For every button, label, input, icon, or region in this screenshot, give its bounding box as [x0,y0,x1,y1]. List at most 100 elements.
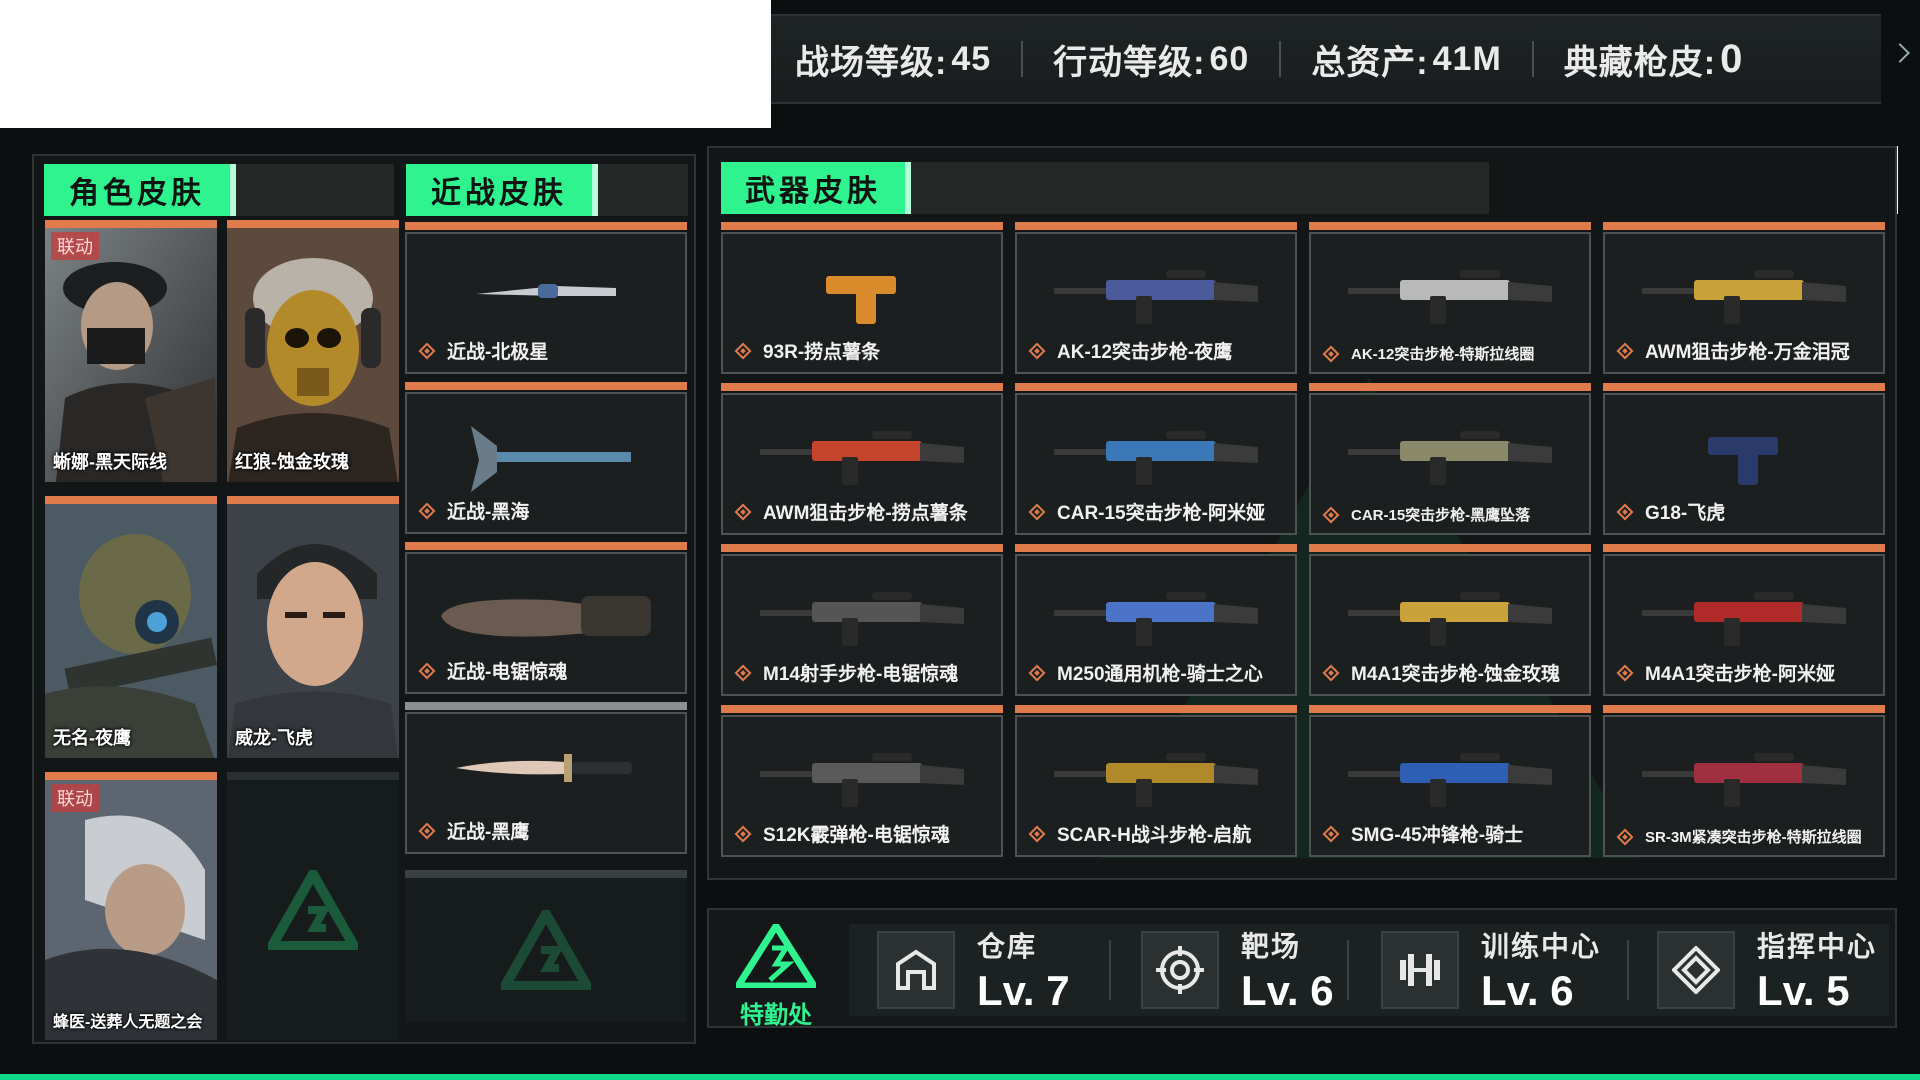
stat-total-assets: 总资产: 41M [1311,39,1502,82]
divider [1347,940,1349,1000]
melee-card[interactable]: 近战-黑鹰 [405,702,687,854]
weapon-icon [1054,592,1258,646]
character-name: 威龙-飞虎 [235,728,313,748]
weapon-name: M4A1突击步枪-阿米娅 [1616,659,1835,686]
weapon-card[interactable]: S12K霰弹枪-电锯惊魂 [721,705,1003,857]
weapon-card[interactable]: SCAR-H战斗步枪-启航 [1015,705,1297,857]
rarity-diamond-icon [1028,503,1046,520]
character-portrait [45,504,217,758]
divider [1627,940,1629,1000]
weapon-card[interactable]: CAR-15突击步枪-阿米娅 [1015,383,1297,535]
facility-name: 仓库 [977,931,1038,962]
melee-name: 近战-北极星 [418,337,548,364]
facility-name: 指挥中心 [1757,931,1878,962]
weapon-icon [760,592,964,646]
character-portrait [45,780,217,1040]
weapon-name: G18-飞虎 [1616,498,1725,525]
rarity-diamond-icon [734,342,752,359]
weapon-icon [1708,437,1778,485]
warehouse-icon [877,931,955,1009]
weapon-icon [1642,592,1846,646]
melee-name: 近战-电锯惊魂 [418,657,567,684]
rarity-diamond-icon [734,664,752,681]
character-card[interactable]: 无名-夜鹰 [45,496,217,758]
character-name: 红狼-蚀金玫瑰 [235,452,349,472]
depot-logo[interactable]: 特勤处 [731,919,821,1029]
weapon-card[interactable]: AWM狙击步枪-捞点薯条 [721,383,1003,535]
weapon-card[interactable]: SMG-45冲锋枪-骑士 [1309,705,1591,857]
empty-melee-slot [405,870,687,1022]
weapon-card[interactable]: CAR-15突击步枪-黑鹰坠落 [1309,383,1591,535]
character-portrait [227,228,399,482]
divider [1531,41,1534,77]
weapon-card[interactable]: AK-12突击步枪-特斯拉线圈 [1309,222,1591,374]
character-card[interactable]: 联动 蜥娜-黑天际线 [45,220,217,482]
character-card[interactable]: 联动 蜂医-送葬人无题之会 [45,772,217,1040]
melee-name: 近战-黑海 [418,497,529,524]
weapon-card[interactable]: AK-12突击步枪-夜鹰 [1015,222,1297,374]
character-name: 蜥娜-黑天际线 [53,452,167,472]
rarity-diamond-icon [1616,828,1634,845]
weapon-icon [1054,753,1258,807]
divider [1021,41,1024,77]
logo-icon [268,870,358,950]
melee-card[interactable]: 近战-电锯惊魂 [405,542,687,694]
character-card[interactable]: 威龙-飞虎 [227,496,399,758]
melee-tag: 近战皮肤 [406,164,598,216]
rarity-diamond-icon [1322,345,1340,362]
weapon-icon [1054,431,1258,485]
weapon-name: AWM狙击步枪-万金泪冠 [1616,337,1850,364]
weapon-card[interactable]: M14射手步枪-电锯惊魂 [721,544,1003,696]
rarity-diamond-icon [1616,503,1634,520]
rarity-diamond-icon [1028,664,1046,681]
dagger-icon [456,754,632,782]
weapon-card[interactable]: G18-飞虎 [1603,383,1885,535]
melee-card[interactable]: 近战-黑海 [405,382,687,534]
weapon-name: M4A1突击步枪-蚀金玫瑰 [1322,659,1560,686]
stat-operation-level: 行动等级: 60 [1053,39,1250,82]
weapon-icon [760,431,964,485]
character-name: 无名-夜鹰 [53,728,131,748]
weapon-card[interactable]: 93R-捞点薯条 [721,222,1003,374]
rarity-diamond-icon [734,503,752,520]
weapon-icon [1348,270,1552,324]
rarity-diamond-icon [1616,664,1634,681]
stats-bar: 战场等级: 45 行动等级: 60 总资产: 41M 典藏枪皮: 0 [771,14,1881,104]
facility-name: 训练中心 [1481,931,1602,962]
facility-level: Lv. 5 [1757,967,1850,1014]
weapon-name: M250通用机枪-骑士之心 [1028,659,1263,686]
empty-character-slot [227,772,399,1040]
weapon-card[interactable]: SR-3M紧凑突击步枪-特斯拉线圈 [1603,705,1885,857]
weapon-card[interactable]: AWM狙击步枪-万金泪冠 [1603,222,1885,374]
weapon-icon [760,753,964,807]
weapon-card[interactable]: M4A1突击步枪-阿米娅 [1603,544,1885,696]
facility-name: 靶场 [1241,931,1302,962]
weapon-card[interactable]: M4A1突击步枪-蚀金玫瑰 [1309,544,1591,696]
rarity-diamond-icon [418,822,436,839]
characters-tag: 角色皮肤 [44,164,236,216]
rarity-diamond-icon [1028,825,1046,842]
weapon-name: CAR-15突击步枪-阿米娅 [1028,498,1265,525]
rarity-diamond-icon [734,825,752,842]
rarity-diamond-icon [418,342,436,359]
rarity-diamond-icon [1322,506,1340,523]
facility-training[interactable]: 训练中心 Lv. 6 [1381,910,1601,1030]
weapon-name: CAR-15突击步枪-黑鹰坠落 [1322,504,1530,525]
melee-card[interactable]: 近战-北极星 [405,222,687,374]
weapon-card[interactable]: M250通用机枪-骑士之心 [1015,544,1297,696]
facility-command[interactable]: 指挥中心 Lv. 5 [1657,910,1877,1030]
bottom-accent-line [0,1074,1920,1080]
weapon-name: SR-3M紧凑突击步枪-特斯拉线圈 [1616,826,1862,847]
facility-range[interactable]: 靶场 Lv. 6 [1141,910,1334,1030]
weapon-name: S12K霰弹枪-电锯惊魂 [734,820,950,847]
divider [1109,940,1111,1000]
rarity-diamond-icon [418,502,436,519]
rarity-diamond-icon [1322,664,1340,681]
facility-warehouse[interactable]: 仓库 Lv. 7 [877,910,1070,1030]
weapon-icon [1054,270,1258,324]
character-card[interactable]: 红狼-蚀金玫瑰 [227,220,399,482]
chevron-right-icon[interactable] [1890,43,1910,63]
stat-collection-skins: 典藏枪皮: 0 [1563,36,1744,82]
melee-name: 近战-黑鹰 [418,817,529,844]
facility-level: Lv. 7 [977,967,1070,1014]
